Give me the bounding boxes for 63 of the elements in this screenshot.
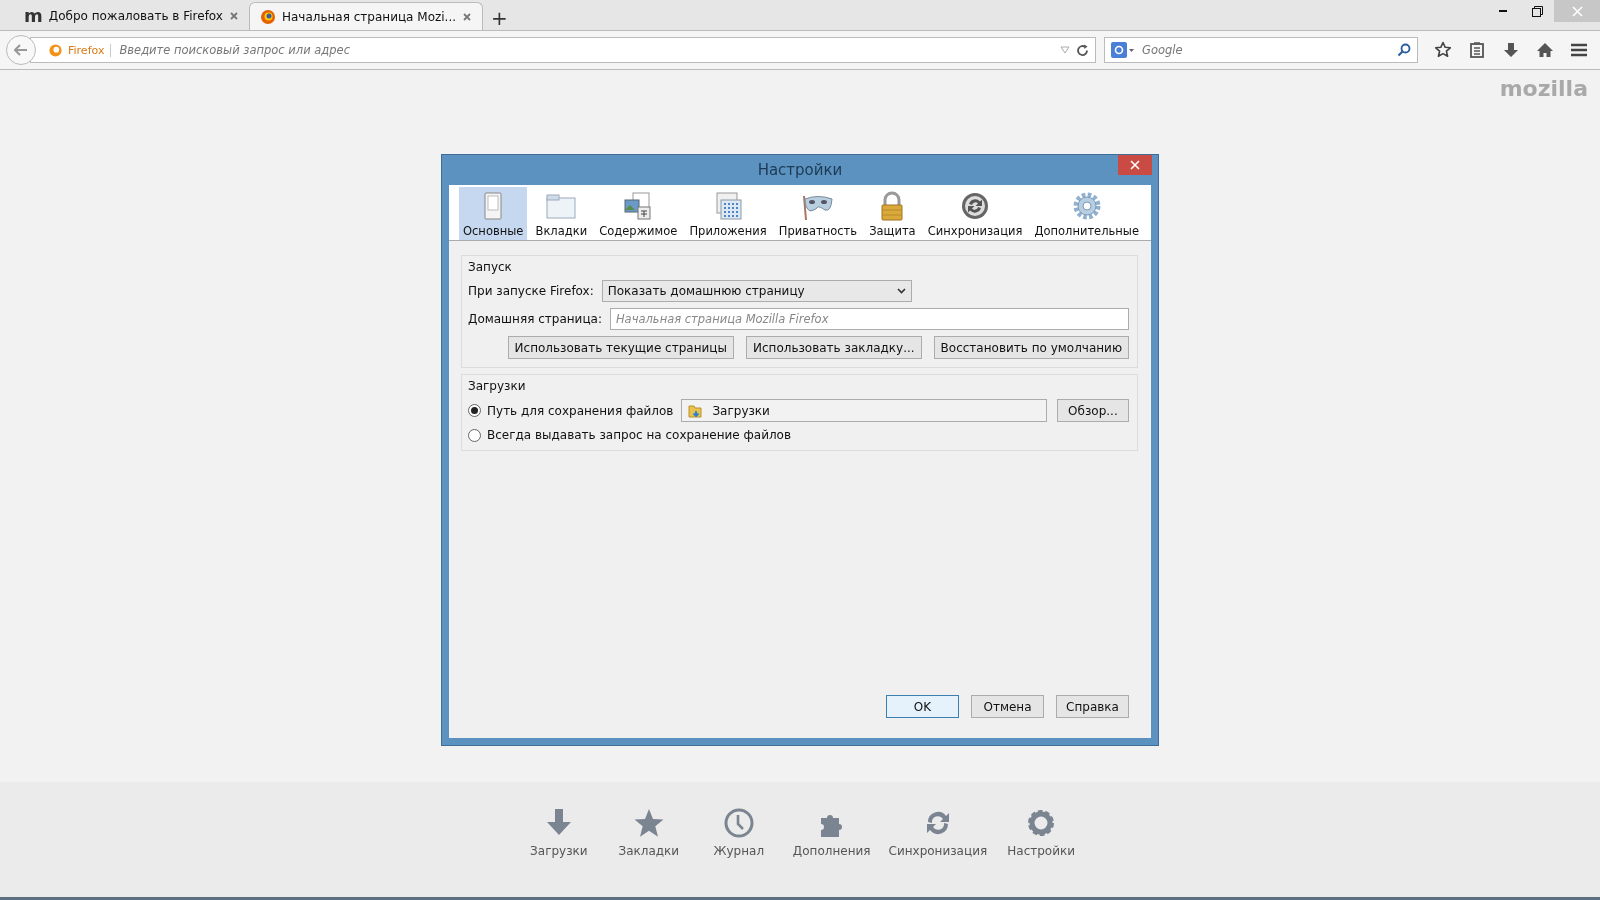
address-field[interactable]: Введите поисковый запрос или адрес bbox=[117, 42, 1054, 58]
close-icon bbox=[1130, 160, 1140, 170]
arrow-left-icon bbox=[14, 44, 28, 56]
close-button[interactable] bbox=[1118, 155, 1152, 175]
restore-icon bbox=[1531, 5, 1543, 17]
menu-icon[interactable] bbox=[1570, 41, 1588, 59]
download-icon[interactable] bbox=[1502, 41, 1520, 59]
folder-field: Загрузки bbox=[681, 399, 1047, 422]
folder-icon bbox=[688, 402, 705, 419]
browser-tab[interactable]: Начальная страница Mozi... bbox=[248, 2, 484, 30]
action-button[interactable]: Использовать закладку... bbox=[745, 336, 922, 359]
homepage-field[interactable]: Начальная страница Mozilla Firefox bbox=[609, 308, 1129, 330]
close-icon bbox=[1571, 5, 1583, 17]
chevron-down-icon bbox=[896, 288, 906, 294]
dialog-button[interactable]: Справка bbox=[1056, 695, 1129, 718]
firefox-icon bbox=[259, 8, 276, 25]
launcher-button[interactable]: Синхронизация bbox=[884, 804, 992, 870]
preferences-tab[interactable]: Основные bbox=[459, 187, 528, 240]
clipboard-icon[interactable] bbox=[1468, 41, 1486, 59]
startup-dropdown[interactable]: Показать домашнюю страницу bbox=[601, 280, 912, 302]
reload-icon bbox=[1076, 43, 1089, 57]
close-icon bbox=[462, 11, 473, 22]
dialog-title: Настройки bbox=[757, 161, 843, 179]
preferences-tab[interactable]: Дополнительные bbox=[1030, 187, 1143, 240]
group-title: Загрузки bbox=[468, 379, 527, 393]
bookmark-star-icon[interactable] bbox=[1434, 41, 1452, 59]
field-label: Домашняя страница: bbox=[468, 312, 602, 326]
star-icon bbox=[632, 808, 665, 838]
preferences-tab[interactable]: Вкладки bbox=[531, 187, 592, 240]
launcher-button[interactable]: Загрузки bbox=[518, 804, 599, 870]
firefox-icon bbox=[49, 43, 62, 57]
launcher-button[interactable]: Закладки bbox=[608, 804, 689, 870]
search-icon bbox=[1397, 43, 1411, 57]
radio-option[interactable]: Путь для сохранения файлов bbox=[468, 403, 674, 418]
dialog-button[interactable]: OK bbox=[886, 695, 959, 718]
action-button[interactable]: Восстановить по умолчанию bbox=[933, 336, 1129, 359]
action-button[interactable]: Использовать текущие страницы bbox=[507, 336, 734, 359]
preferences-tab[interactable]: Содержимое bbox=[595, 187, 682, 240]
browser-tab[interactable]: m Добро пожаловать в Firefox bbox=[14, 2, 249, 30]
field-label: При запуске Firefox: bbox=[468, 284, 594, 298]
search-field[interactable]: Google bbox=[1140, 42, 1392, 58]
preferences-tab[interactable]: Защита bbox=[865, 187, 920, 240]
group-title: Запуск bbox=[468, 260, 513, 274]
new-tab-button[interactable]: + bbox=[491, 8, 508, 28]
launcher-button[interactable]: Дополнения bbox=[788, 804, 875, 870]
search-bar[interactable]: Google bbox=[1104, 37, 1418, 63]
close-icon bbox=[228, 11, 239, 21]
mozilla-logo: m bbox=[24, 7, 43, 25]
launcher-button[interactable]: Журнал bbox=[698, 804, 779, 870]
preferences-tab[interactable]: Приложения bbox=[685, 187, 771, 240]
clock-icon bbox=[722, 808, 755, 838]
dialog-button[interactable]: Отмена bbox=[971, 695, 1044, 718]
launcher-button[interactable]: Настройки bbox=[1001, 804, 1082, 870]
preferences-tab[interactable]: Синхронизация bbox=[923, 187, 1027, 240]
radio-option[interactable]: Всегда выдавать запрос на сохранение файлов bbox=[468, 428, 1129, 442]
dropdown-icon bbox=[1060, 46, 1070, 54]
browse-button[interactable]: Обзор... bbox=[1056, 399, 1129, 422]
preferences-tab[interactable]: Приватность bbox=[774, 187, 862, 240]
minimize-icon bbox=[1499, 10, 1507, 12]
search-engine-icon bbox=[1111, 42, 1135, 58]
home-icon[interactable] bbox=[1536, 41, 1554, 59]
back-button[interactable] bbox=[6, 35, 36, 65]
brand-logo: mozilla bbox=[1499, 76, 1588, 101]
